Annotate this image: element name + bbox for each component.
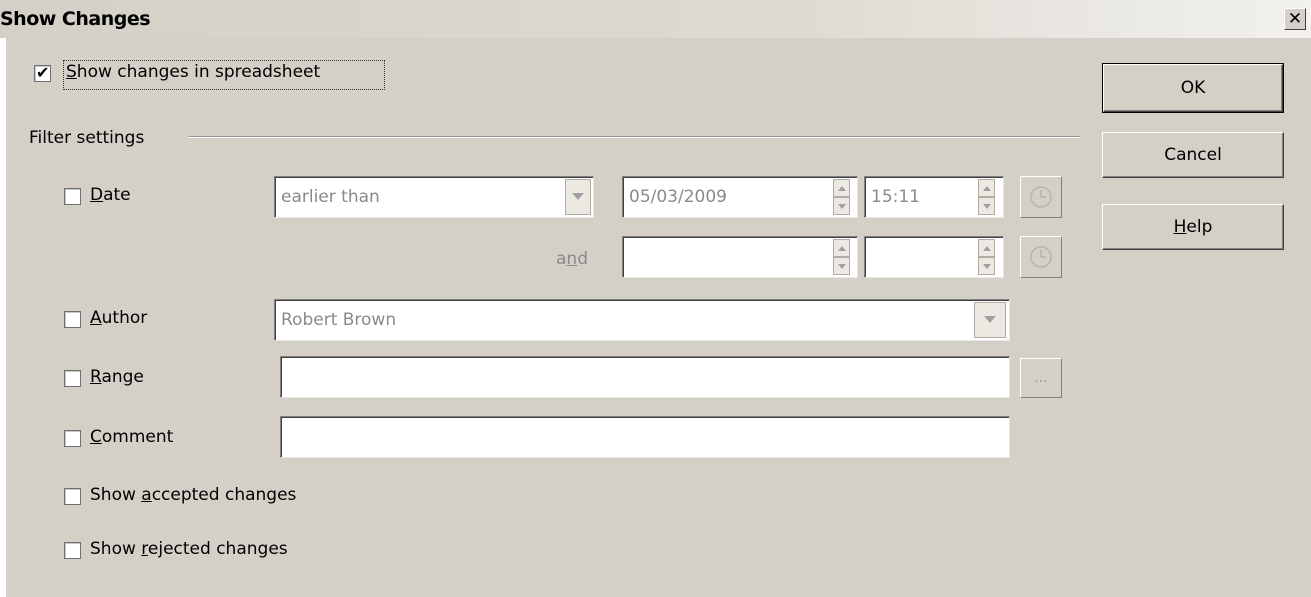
show-accepted-checkbox[interactable] xyxy=(64,488,81,505)
spin-up-icon[interactable] xyxy=(978,239,995,257)
show-accepted-label[interactable]: Show accepted changes xyxy=(90,485,296,505)
date-start-value: 05/03/2009 xyxy=(629,187,727,207)
comment-label[interactable]: Comment xyxy=(90,427,173,447)
range-browse-label: ... xyxy=(1034,370,1048,386)
close-button[interactable]: ✕ xyxy=(1284,8,1306,30)
date-checkbox[interactable] xyxy=(64,188,81,205)
cancel-label: Cancel xyxy=(1164,145,1222,165)
chevron-down-icon xyxy=(984,316,996,323)
author-dropdown-button[interactable] xyxy=(974,302,1006,338)
filter-settings-heading: Filter settings xyxy=(29,128,145,148)
date-condition-select[interactable]: earlier than xyxy=(274,176,594,218)
show-rejected-label[interactable]: Show rejected changes xyxy=(90,539,288,559)
author-label[interactable]: Author xyxy=(90,308,147,328)
time-end-spinner[interactable] xyxy=(978,239,995,275)
date-end-spinner[interactable] xyxy=(833,239,850,275)
range-browse-button[interactable]: ... xyxy=(1020,358,1062,398)
close-icon: ✕ xyxy=(1287,8,1303,29)
show-rejected-checkbox[interactable] xyxy=(64,542,81,559)
time-start-spinner[interactable] xyxy=(978,179,995,215)
comment-checkbox[interactable] xyxy=(64,430,81,447)
date-condition-value: earlier than xyxy=(281,187,380,207)
spin-down-icon[interactable] xyxy=(833,257,850,275)
clock-icon xyxy=(1030,186,1052,208)
ok-label: OK xyxy=(1180,78,1206,98)
range-input[interactable] xyxy=(280,356,1010,398)
cancel-button[interactable]: Cancel xyxy=(1102,132,1284,178)
ok-button[interactable]: OK xyxy=(1102,63,1284,113)
window-title: Show Changes xyxy=(0,8,151,30)
title-bar: Show Changes ✕ xyxy=(0,0,1311,38)
spin-down-icon[interactable] xyxy=(978,197,995,215)
date-end-field[interactable] xyxy=(622,236,858,278)
and-label: and xyxy=(556,249,588,269)
help-button[interactable]: Help xyxy=(1102,204,1284,250)
clock-button-end[interactable] xyxy=(1020,236,1062,278)
clock-icon xyxy=(1030,246,1052,268)
author-checkbox[interactable] xyxy=(64,311,81,328)
date-start-spinner[interactable] xyxy=(833,179,850,215)
spin-down-icon[interactable] xyxy=(833,197,850,215)
chevron-down-icon xyxy=(572,193,584,200)
author-select[interactable]: Robert Brown xyxy=(274,299,1010,341)
comment-input[interactable] xyxy=(280,416,1010,458)
date-label[interactable]: Date xyxy=(90,185,131,205)
clock-button-start[interactable] xyxy=(1020,176,1062,218)
spin-up-icon[interactable] xyxy=(833,239,850,257)
spin-down-icon[interactable] xyxy=(978,257,995,275)
date-condition-dropdown-button[interactable] xyxy=(565,179,591,215)
help-label: Help xyxy=(1173,217,1213,237)
show-changes-checkbox[interactable] xyxy=(34,63,51,82)
range-checkbox[interactable] xyxy=(64,370,81,387)
date-start-field[interactable]: 05/03/2009 xyxy=(622,176,858,218)
group-separator xyxy=(188,136,1080,138)
dialog-body: Show changes in spreadsheet Filter setti… xyxy=(6,38,1311,597)
author-value: Robert Brown xyxy=(281,310,397,330)
range-label[interactable]: Range xyxy=(90,367,144,387)
time-start-value: 15:11 xyxy=(871,187,920,207)
show-changes-label[interactable]: Show changes in spreadsheet xyxy=(66,62,320,82)
spin-up-icon[interactable] xyxy=(978,179,995,197)
spin-up-icon[interactable] xyxy=(833,179,850,197)
